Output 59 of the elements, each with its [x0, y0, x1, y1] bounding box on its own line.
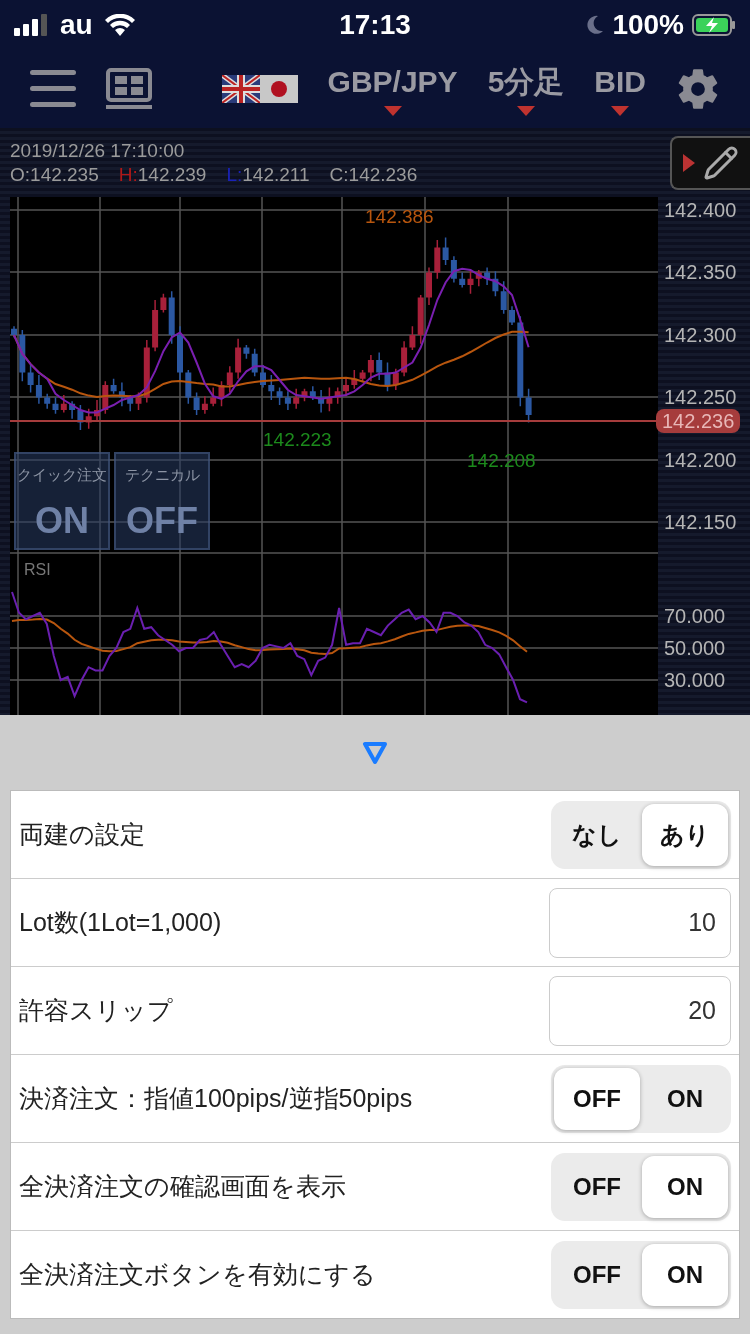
segment-option[interactable]: OFF: [554, 1155, 640, 1218]
layout-icon[interactable]: [106, 68, 152, 110]
setting-label: 決済注文：指値100pips/逆指50pips: [19, 1083, 414, 1114]
segment-option[interactable]: OFF: [554, 1243, 640, 1306]
setting-label: 全決済注文の確認画面を表示: [19, 1171, 347, 1202]
price-tick: 142.350: [664, 261, 737, 283]
candle: [94, 399, 100, 422]
ohlc-value: C:142.236: [329, 164, 418, 186]
setting-label: 許容スリップ: [19, 995, 174, 1026]
timeframe-dropdown[interactable]: 5分足: [487, 62, 565, 116]
setting-label: 両建の設定: [19, 819, 146, 850]
battery-percent: 100%: [612, 9, 684, 41]
toggle-panel-button[interactable]: テクニカル OFF: [114, 452, 210, 550]
menu-icon[interactable]: [30, 70, 76, 108]
ohlc-value: O:142.235: [10, 164, 99, 186]
currency-pair-dropdown[interactable]: GBP/JPY: [327, 62, 458, 116]
price-tick: 142.400: [664, 199, 737, 221]
segment-option[interactable]: ON: [642, 1155, 728, 1218]
triangle-icon: [683, 154, 695, 172]
rsi-tick: 70.000: [664, 605, 726, 627]
price-tick: 142.150: [664, 511, 737, 533]
high-price-label: 142.386: [365, 206, 434, 228]
price-tick: 142.300: [664, 324, 737, 346]
rsi-tick: 50.000: [664, 637, 726, 659]
candle: [509, 305, 515, 326]
current-price-badge: 142.236: [656, 409, 741, 433]
segment-option[interactable]: ON: [642, 1067, 728, 1130]
rsi-tick: 30.000: [664, 669, 726, 691]
settings-icon[interactable]: [676, 67, 720, 111]
moon-icon: [586, 15, 605, 35]
clock-time: 17:13: [339, 9, 411, 41]
low-price-label: 142.223: [263, 429, 332, 451]
setting-label: 全決済注文ボタンを有効にする: [19, 1259, 377, 1290]
ohlc-value: H:142.239: [118, 164, 207, 186]
setting-label: Lot数(1Lot=1,000): [19, 907, 223, 938]
segment-option[interactable]: なし: [554, 803, 640, 866]
low-price-label: 142.208: [467, 450, 536, 472]
candle-datetime: 2019/12/26 17:10:00: [10, 140, 186, 162]
candle: [426, 266, 432, 306]
segment-option[interactable]: OFF: [554, 1067, 640, 1130]
drawing-tool-button[interactable]: [670, 136, 750, 190]
candle: [343, 378, 349, 397]
input-field[interactable]: 10: [549, 887, 731, 958]
signal-icon: [14, 14, 48, 36]
ohlc-value: L:142.211: [226, 164, 310, 186]
pencil-icon: [703, 145, 739, 181]
candle: [177, 325, 183, 381]
candle: [11, 325, 17, 339]
price-tick: 142.250: [664, 386, 737, 408]
wifi-icon: [104, 14, 135, 36]
input-field[interactable]: 20: [549, 975, 731, 1046]
segment-option[interactable]: ON: [642, 1243, 728, 1306]
price-type-dropdown[interactable]: BID: [594, 62, 646, 116]
segment-option[interactable]: あり: [642, 803, 728, 866]
carrier-name: au: [60, 9, 93, 41]
candle: [260, 364, 266, 389]
price-tick: 142.200: [664, 449, 737, 471]
toggle-panel-button[interactable]: クイック注文 ON: [14, 452, 110, 550]
battery-charging-icon: [692, 14, 736, 36]
